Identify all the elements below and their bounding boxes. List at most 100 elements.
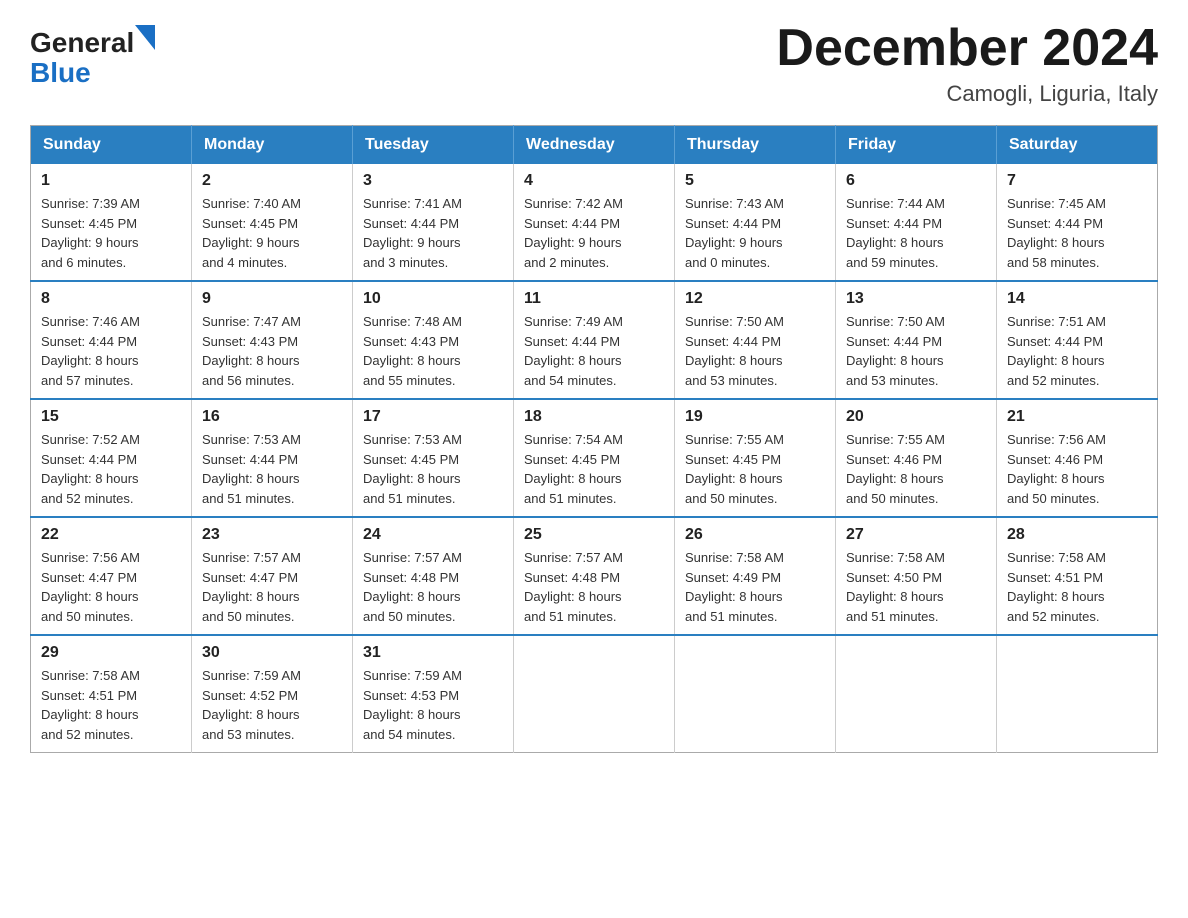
calendar-cell: 31 Sunrise: 7:59 AM Sunset: 4:53 PM Dayl… (353, 635, 514, 753)
sunrise-label: Sunrise: 7:57 AM (363, 550, 462, 565)
calendar-cell: 5 Sunrise: 7:43 AM Sunset: 4:44 PM Dayli… (675, 164, 836, 281)
sunrise-label: Sunrise: 7:56 AM (41, 550, 140, 565)
sunset-label: Sunset: 4:44 PM (202, 452, 298, 467)
daylight-minutes: and 53 minutes. (846, 373, 939, 388)
calendar-cell: 21 Sunrise: 7:56 AM Sunset: 4:46 PM Dayl… (997, 399, 1158, 517)
daylight-minutes: and 3 minutes. (363, 255, 448, 270)
calendar-cell: 19 Sunrise: 7:55 AM Sunset: 4:45 PM Dayl… (675, 399, 836, 517)
daylight-minutes: and 51 minutes. (685, 609, 778, 624)
sunrise-label: Sunrise: 7:43 AM (685, 196, 784, 211)
day-number: 20 (846, 408, 986, 426)
day-number: 23 (202, 526, 342, 544)
sunrise-label: Sunrise: 7:50 AM (685, 314, 784, 329)
calendar-cell: 10 Sunrise: 7:48 AM Sunset: 4:43 PM Dayl… (353, 281, 514, 399)
day-number: 26 (685, 526, 825, 544)
day-info: Sunrise: 7:41 AM Sunset: 4:44 PM Dayligh… (363, 194, 503, 272)
day-number: 27 (846, 526, 986, 544)
daylight-label: Daylight: 8 hours (846, 353, 944, 368)
day-info: Sunrise: 7:51 AM Sunset: 4:44 PM Dayligh… (1007, 312, 1147, 390)
daylight-label: Daylight: 8 hours (363, 471, 461, 486)
daylight-label: Daylight: 8 hours (363, 589, 461, 604)
sunset-label: Sunset: 4:46 PM (846, 452, 942, 467)
calendar-cell: 4 Sunrise: 7:42 AM Sunset: 4:44 PM Dayli… (514, 164, 675, 281)
page-subtitle: Camogli, Liguria, Italy (776, 81, 1158, 107)
daylight-minutes: and 58 minutes. (1007, 255, 1100, 270)
sunset-label: Sunset: 4:44 PM (524, 334, 620, 349)
sunset-label: Sunset: 4:45 PM (363, 452, 459, 467)
daylight-label: Daylight: 8 hours (846, 589, 944, 604)
sunrise-label: Sunrise: 7:53 AM (363, 432, 462, 447)
sunrise-label: Sunrise: 7:53 AM (202, 432, 301, 447)
sunset-label: Sunset: 4:45 PM (41, 216, 137, 231)
daylight-label: Daylight: 9 hours (202, 235, 300, 250)
calendar-cell: 27 Sunrise: 7:58 AM Sunset: 4:50 PM Dayl… (836, 517, 997, 635)
day-info: Sunrise: 7:50 AM Sunset: 4:44 PM Dayligh… (685, 312, 825, 390)
sunrise-label: Sunrise: 7:58 AM (41, 668, 140, 683)
day-info: Sunrise: 7:53 AM Sunset: 4:44 PM Dayligh… (202, 430, 342, 508)
calendar-cell: 28 Sunrise: 7:58 AM Sunset: 4:51 PM Dayl… (997, 517, 1158, 635)
sunset-label: Sunset: 4:51 PM (1007, 570, 1103, 585)
daylight-minutes: and 53 minutes. (685, 373, 778, 388)
day-number: 7 (1007, 172, 1147, 190)
day-info: Sunrise: 7:50 AM Sunset: 4:44 PM Dayligh… (846, 312, 986, 390)
daylight-label: Daylight: 8 hours (41, 353, 139, 368)
calendar-cell: 13 Sunrise: 7:50 AM Sunset: 4:44 PM Dayl… (836, 281, 997, 399)
daylight-label: Daylight: 8 hours (41, 707, 139, 722)
calendar-cell: 6 Sunrise: 7:44 AM Sunset: 4:44 PM Dayli… (836, 164, 997, 281)
day-info: Sunrise: 7:58 AM Sunset: 4:51 PM Dayligh… (41, 666, 181, 744)
day-info: Sunrise: 7:54 AM Sunset: 4:45 PM Dayligh… (524, 430, 664, 508)
sunset-label: Sunset: 4:48 PM (524, 570, 620, 585)
svg-text:Blue: Blue (30, 57, 91, 88)
daylight-minutes: and 52 minutes. (41, 727, 134, 742)
calendar-cell: 24 Sunrise: 7:57 AM Sunset: 4:48 PM Dayl… (353, 517, 514, 635)
daylight-label: Daylight: 8 hours (202, 589, 300, 604)
logo: General Blue (30, 20, 160, 95)
calendar-cell: 1 Sunrise: 7:39 AM Sunset: 4:45 PM Dayli… (31, 164, 192, 281)
title-area: December 2024 Camogli, Liguria, Italy (776, 20, 1158, 107)
daylight-label: Daylight: 8 hours (202, 471, 300, 486)
sunrise-label: Sunrise: 7:55 AM (846, 432, 945, 447)
calendar-cell: 20 Sunrise: 7:55 AM Sunset: 4:46 PM Dayl… (836, 399, 997, 517)
daylight-minutes: and 52 minutes. (41, 491, 134, 506)
day-info: Sunrise: 7:59 AM Sunset: 4:52 PM Dayligh… (202, 666, 342, 744)
calendar-header-row: SundayMondayTuesdayWednesdayThursdayFrid… (31, 126, 1158, 165)
day-number: 28 (1007, 526, 1147, 544)
sunset-label: Sunset: 4:46 PM (1007, 452, 1103, 467)
header-friday: Friday (836, 126, 997, 165)
day-info: Sunrise: 7:48 AM Sunset: 4:43 PM Dayligh… (363, 312, 503, 390)
day-number: 16 (202, 408, 342, 426)
week-row-2: 8 Sunrise: 7:46 AM Sunset: 4:44 PM Dayli… (31, 281, 1158, 399)
calendar-cell: 16 Sunrise: 7:53 AM Sunset: 4:44 PM Dayl… (192, 399, 353, 517)
daylight-minutes: and 53 minutes. (202, 727, 295, 742)
day-number: 6 (846, 172, 986, 190)
day-info: Sunrise: 7:45 AM Sunset: 4:44 PM Dayligh… (1007, 194, 1147, 272)
day-number: 19 (685, 408, 825, 426)
sunset-label: Sunset: 4:44 PM (1007, 216, 1103, 231)
sunrise-label: Sunrise: 7:50 AM (846, 314, 945, 329)
daylight-minutes: and 2 minutes. (524, 255, 609, 270)
sunset-label: Sunset: 4:44 PM (41, 452, 137, 467)
sunrise-label: Sunrise: 7:52 AM (41, 432, 140, 447)
sunrise-label: Sunrise: 7:48 AM (363, 314, 462, 329)
day-number: 10 (363, 290, 503, 308)
sunrise-label: Sunrise: 7:58 AM (1007, 550, 1106, 565)
sunset-label: Sunset: 4:44 PM (524, 216, 620, 231)
sunrise-label: Sunrise: 7:59 AM (363, 668, 462, 683)
sunrise-label: Sunrise: 7:45 AM (1007, 196, 1106, 211)
sunset-label: Sunset: 4:43 PM (363, 334, 459, 349)
page-title: December 2024 (776, 20, 1158, 77)
sunrise-label: Sunrise: 7:47 AM (202, 314, 301, 329)
logo-svg: General Blue (30, 20, 160, 90)
header-monday: Monday (192, 126, 353, 165)
daylight-label: Daylight: 8 hours (1007, 471, 1105, 486)
sunset-label: Sunset: 4:47 PM (202, 570, 298, 585)
daylight-label: Daylight: 8 hours (363, 353, 461, 368)
daylight-label: Daylight: 8 hours (1007, 235, 1105, 250)
daylight-label: Daylight: 8 hours (685, 353, 783, 368)
sunrise-label: Sunrise: 7:58 AM (846, 550, 945, 565)
header-saturday: Saturday (997, 126, 1158, 165)
day-info: Sunrise: 7:52 AM Sunset: 4:44 PM Dayligh… (41, 430, 181, 508)
sunset-label: Sunset: 4:44 PM (363, 216, 459, 231)
day-info: Sunrise: 7:57 AM Sunset: 4:47 PM Dayligh… (202, 548, 342, 626)
daylight-minutes: and 51 minutes. (202, 491, 295, 506)
